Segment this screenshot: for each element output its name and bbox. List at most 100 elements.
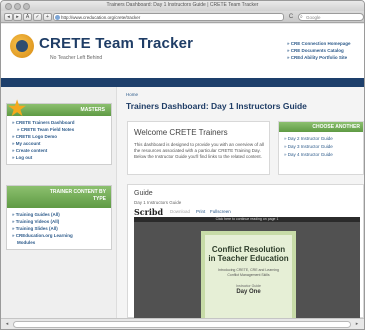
- scroll-right-icon[interactable]: ▸: [353, 320, 361, 329]
- link-day-3-guide[interactable]: » Day 3 Instructor Guide: [284, 143, 358, 151]
- document-label: Instructor Guide: [236, 284, 261, 288]
- masters-list: » CRETE Trainers Dashboard » CRETE Team …: [7, 116, 111, 164]
- star-icon: ★: [6, 95, 28, 121]
- horizontal-scrollbar[interactable]: ◂ ▸: [1, 318, 364, 329]
- back-button[interactable]: ◂: [4, 13, 13, 21]
- browser-window: Trainers Dashboard: Day 1 Instructors Gu…: [0, 0, 365, 330]
- web-page: CRETE Team Tracker No Teacher Left Behin…: [1, 24, 364, 318]
- sidebar-item-training-slides[interactable]: » Training Slides (All): [12, 225, 106, 232]
- document-title-line1: Conflict Resolution: [211, 245, 286, 254]
- sidebar-item-my-account[interactable]: » My account: [12, 140, 106, 147]
- back-icon: ◂: [7, 14, 10, 20]
- breadcrumb[interactable]: Home: [126, 92, 138, 97]
- address-bar[interactable]: http://www.creducation.org/crete/tracker: [53, 13, 284, 21]
- sidebar-item-label: Training Slides (All): [15, 226, 58, 231]
- reload-icon: C: [288, 14, 294, 20]
- print-link[interactable]: Print: [196, 209, 205, 214]
- forward-button[interactable]: ▸: [13, 13, 22, 21]
- sidebar-item-label: Create content: [15, 148, 48, 153]
- sidebar-item-log-out[interactable]: » Log out: [12, 154, 106, 161]
- welcome-title: Welcome CRETE Trainers: [134, 128, 228, 137]
- scribd-toolbar: Scribd Download Print Fullscreen: [134, 207, 360, 217]
- site-header: CRETE Team Tracker No Teacher Left Behin…: [1, 24, 364, 78]
- title-bar: Trainers Dashboard: Day 1 Instructors Gu…: [1, 1, 364, 11]
- welcome-text: This dashboard is designed to provide yo…: [134, 142, 264, 159]
- viewer-notice[interactable]: Click here to continue reading on page 1: [134, 217, 360, 222]
- scribd-logo[interactable]: Scribd: [134, 207, 163, 217]
- search-icon: ⌕: [300, 14, 303, 20]
- trainer-heading-line1: TRAINER CONTENT BY: [49, 189, 106, 195]
- document-title: Conflict Resolution in Teacher Education: [205, 245, 292, 263]
- text-size-icon: A: [25, 14, 30, 20]
- font-size-button[interactable]: A: [23, 13, 32, 21]
- choose-another-heading: CHOOSE ANOTHER: [279, 122, 363, 132]
- scrollbar-thumb[interactable]: [13, 321, 351, 328]
- choose-another-box: CHOOSE ANOTHER » Day 2 Instructor Guide …: [278, 121, 364, 175]
- header-link-label: CRE Documents Catalog: [290, 48, 344, 53]
- header-link-cre-connection[interactable]: » CRE Connection Homepage: [287, 40, 364, 47]
- sidebar-item-logo-demo[interactable]: » CRETE Logo Demo: [12, 133, 106, 140]
- document-viewer[interactable]: Click here to continue reading on page 1…: [134, 217, 360, 318]
- trainer-content-list: » Training Guides (All) » Training Video…: [7, 208, 111, 249]
- guide-section: Guide Day 1 Instructors Guide Scribd Dow…: [127, 184, 364, 318]
- page-title: Trainers Dashboard: Day 1 Instructors Gu…: [126, 101, 307, 111]
- trainer-content-block: TRAINER CONTENT BY TYPE » Training Guide…: [6, 185, 112, 250]
- browser-toolbar: ◂ ▸ A ✓ + http://www.creducation.org/cre…: [1, 11, 364, 23]
- site-tagline: No Teacher Left Behind: [50, 55, 103, 61]
- sidebar-item-field-notes[interactable]: » CRETE Team Field Notes: [12, 126, 106, 133]
- bookmark-icon: ✓: [35, 14, 40, 20]
- sidebar-item-label: Training Guides (All): [15, 212, 60, 217]
- window-title: Trainers Dashboard: Day 1 Instructors Gu…: [106, 2, 259, 8]
- scroll-left-icon[interactable]: ◂: [3, 320, 11, 329]
- link-label: Day 3 Instructor Guide: [287, 144, 333, 149]
- sidebar-item-label: My account: [15, 141, 41, 146]
- choose-another-list: » Day 2 Instructor Guide » Day 3 Instruc…: [279, 132, 363, 162]
- reload-button[interactable]: C: [287, 13, 295, 21]
- link-day-2-guide[interactable]: » Day 2 Instructor Guide: [284, 135, 358, 143]
- sidebar-item-label: CREducation.org Learning: [15, 233, 73, 238]
- sidebar-item-label: Modules: [17, 240, 36, 245]
- document-day: Day One: [236, 289, 261, 295]
- document-page: Conflict Resolution in Teacher Education…: [201, 231, 296, 318]
- globe-icon: [55, 15, 60, 20]
- header-links: » CRE Connection Homepage » CRE Document…: [287, 40, 364, 61]
- document-title-line2: in Teacher Education: [208, 254, 289, 263]
- header-link-portfolio[interactable]: » CREd Ability Portfolio Site: [287, 54, 364, 61]
- sidebar-item-learning-modules[interactable]: » CREducation.org Learning: [12, 232, 106, 239]
- logo-center: [16, 40, 28, 52]
- sidebar-item-label: CRETE Logo Demo: [15, 134, 58, 139]
- header-link-label: CRE Connection Homepage: [290, 41, 351, 46]
- sidebar: ★ MASTERS » CRETE Trainers Dashboard » C…: [1, 87, 117, 318]
- main-content: Home Trainers Dashboard: Day 1 Instructo…: [118, 87, 364, 318]
- bookmark-button[interactable]: ✓: [33, 13, 42, 21]
- sidebar-item-label: Log out: [15, 155, 33, 160]
- link-day-4-guide[interactable]: » Day 4 Instructor Guide: [284, 151, 358, 159]
- header-link-label: CREd Ability Portfolio Site: [290, 55, 348, 60]
- sidebar-item-label: Training Videos (All): [15, 219, 60, 224]
- download-link[interactable]: Download: [170, 209, 190, 214]
- crete-logo-icon[interactable]: [10, 34, 34, 58]
- trainer-heading-line2: TYPE: [92, 196, 106, 202]
- fullscreen-link[interactable]: Fullscreen: [210, 209, 231, 214]
- link-label: Day 2 Instructor Guide: [287, 136, 333, 141]
- link-label: Day 4 Instructor Guide: [287, 152, 333, 157]
- sidebar-item-training-videos[interactable]: » Training Videos (All): [12, 218, 106, 225]
- nav-bar: [1, 78, 364, 87]
- sidebar-item-learning-modules-cont[interactable]: Modules: [12, 239, 106, 246]
- search-placeholder: Google: [306, 15, 321, 20]
- guide-subtitle: Day 1 Instructors Guide: [134, 200, 182, 205]
- sidebar-item-create-content[interactable]: » Create content: [12, 147, 106, 154]
- header-link-cre-documents[interactable]: » CRE Documents Catalog: [287, 47, 364, 54]
- masters-block: ★ MASTERS » CRETE Trainers Dashboard » C…: [6, 96, 112, 165]
- url-text: http://www.creducation.org/crete/tracker: [61, 15, 141, 20]
- guide-title: Guide: [134, 190, 153, 197]
- site-brand[interactable]: CRETE Team Tracker: [39, 35, 193, 52]
- search-field[interactable]: ⌕ Google: [298, 13, 364, 21]
- sidebar-item-training-guides[interactable]: » Training Guides (All): [12, 211, 106, 218]
- trainer-content-heading: TRAINER CONTENT BY TYPE: [7, 186, 111, 208]
- sidebar-item-label: CRETE Team Field Notes: [20, 127, 75, 132]
- plus-icon: +: [46, 14, 49, 20]
- add-button[interactable]: +: [43, 13, 52, 21]
- welcome-box: Welcome CRETE Trainers This dashboard is…: [127, 121, 270, 175]
- document-page-inner: Conflict Resolution in Teacher Education…: [205, 235, 292, 318]
